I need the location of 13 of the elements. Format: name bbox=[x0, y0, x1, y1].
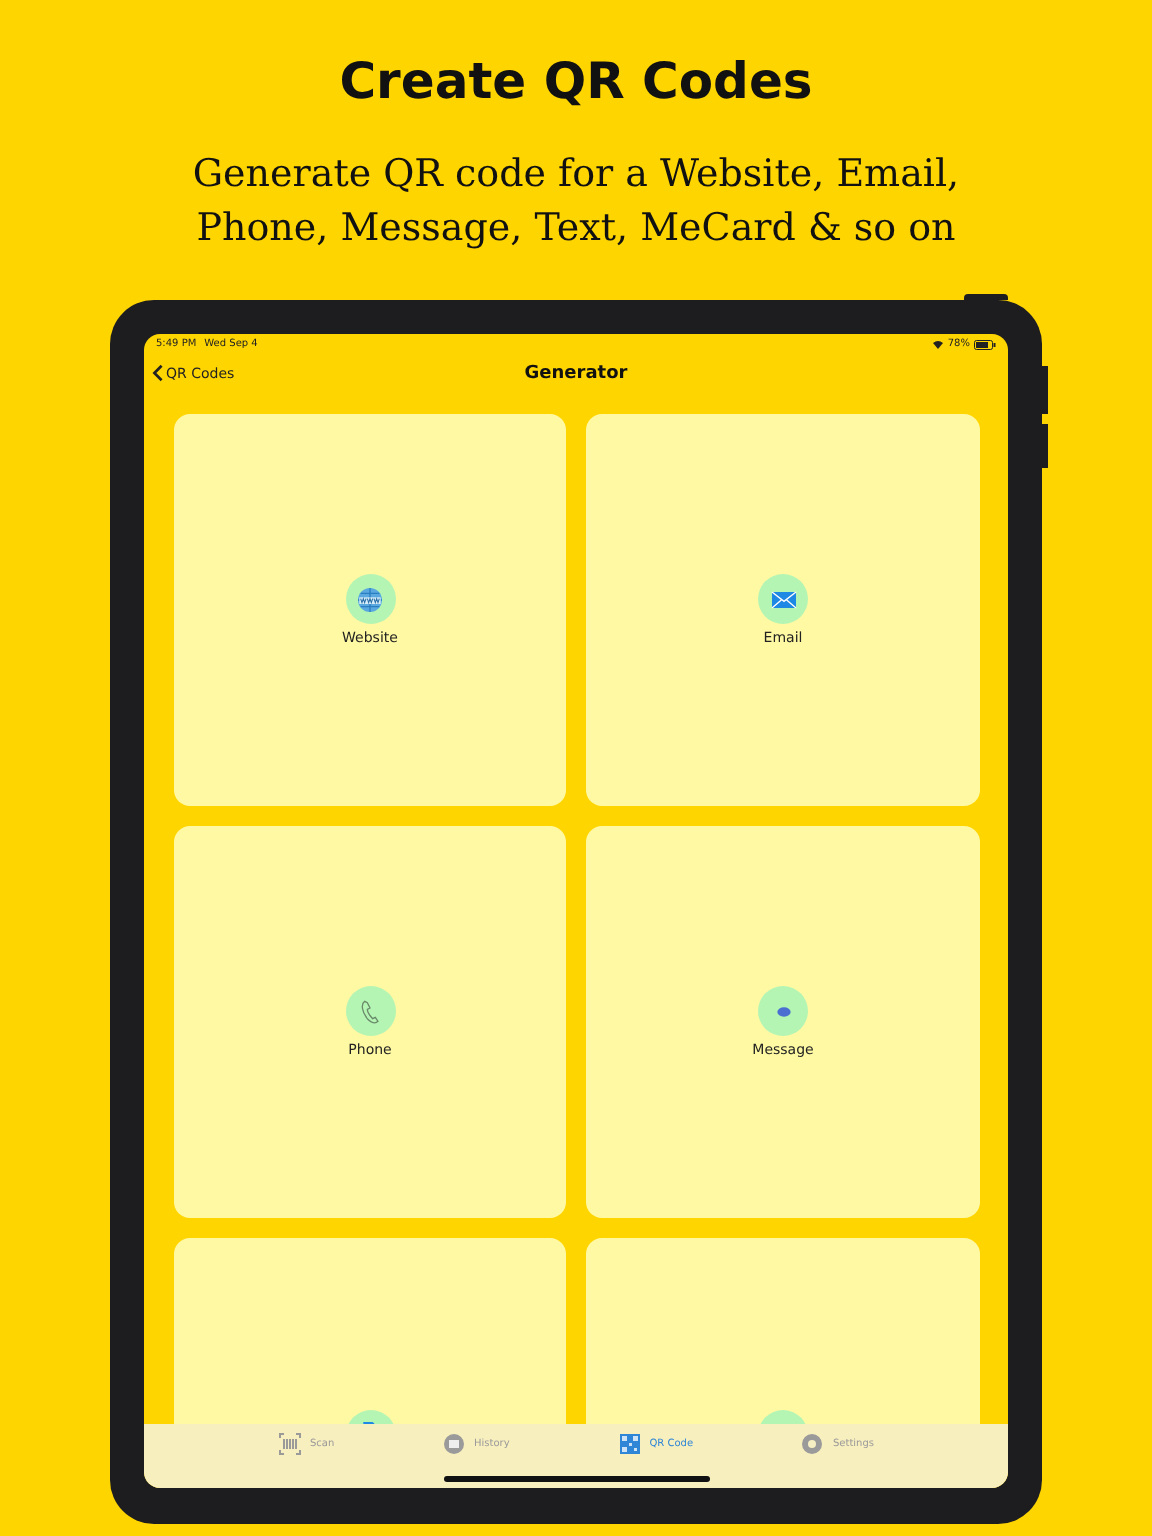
battery-icon bbox=[974, 339, 996, 349]
headline: Create QR Codes bbox=[339, 52, 813, 114]
qr-code-icon bbox=[617, 1432, 642, 1456]
speech-bubble-icon bbox=[758, 986, 808, 1036]
screen-title: Generator bbox=[524, 364, 628, 384]
subtitle: Generate QR code for a Website, Email, Phone, Message, Text, MeCard & so on bbox=[190, 150, 962, 254]
envelope-icon bbox=[758, 574, 808, 624]
globe-icon bbox=[345, 574, 395, 624]
gear-icon bbox=[800, 1432, 825, 1456]
chevron-left-icon bbox=[152, 364, 164, 382]
wifi-icon bbox=[931, 339, 944, 349]
scan-frame-icon bbox=[277, 1432, 302, 1456]
phone-icon bbox=[345, 986, 395, 1036]
